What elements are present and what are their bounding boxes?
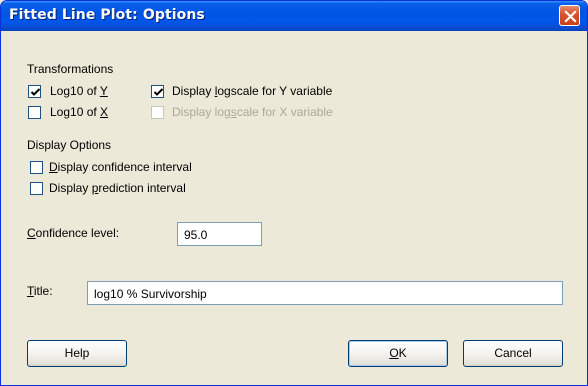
log10-x-label: Log10 of X	[50, 105, 109, 119]
options-dialog: Fitted Line Plot: Options Transformation…	[0, 0, 588, 386]
logscale-x-checkbox	[151, 106, 164, 119]
logscale-x-label: Display logscale for X variable	[172, 105, 333, 119]
log10-x-checkbox[interactable]	[28, 106, 41, 119]
transformations-heading: Transformations	[27, 62, 114, 76]
confidence-interval-checkbox[interactable]	[30, 161, 43, 174]
title-field-label: Title:	[27, 284, 53, 298]
display-options-heading: Display Options	[27, 138, 112, 152]
help-button[interactable]: Help	[27, 340, 127, 367]
ok-button[interactable]: OK	[348, 340, 448, 367]
logscale-y-label: Display logscale for Y variable	[172, 84, 333, 98]
checkmark-icon	[30, 88, 41, 96]
cancel-button[interactable]: Cancel	[463, 340, 563, 367]
dialog-title: Fitted Line Plot: Options	[9, 7, 205, 23]
confidence-interval-label: Display confidence interval	[49, 160, 192, 174]
log10-y-checkbox[interactable]	[28, 85, 41, 98]
dialog-body: Transformations Log10 of Y Log10 of X Di…	[1, 31, 587, 385]
checkmark-icon	[153, 88, 164, 96]
close-icon	[564, 10, 577, 23]
confidence-level-label: Confidence level:	[27, 226, 120, 240]
logscale-y-checkbox[interactable]	[151, 85, 164, 98]
prediction-interval-checkbox[interactable]	[30, 182, 43, 195]
title-bar: Fitted Line Plot: Options	[1, 1, 587, 31]
title-input[interactable]: log10 % Survivorship	[87, 281, 563, 305]
close-button[interactable]	[559, 5, 580, 26]
prediction-interval-label: Display prediction interval	[49, 181, 186, 195]
log10-y-label: Log10 of Y	[50, 84, 108, 98]
confidence-level-input[interactable]: 95.0	[177, 222, 262, 246]
